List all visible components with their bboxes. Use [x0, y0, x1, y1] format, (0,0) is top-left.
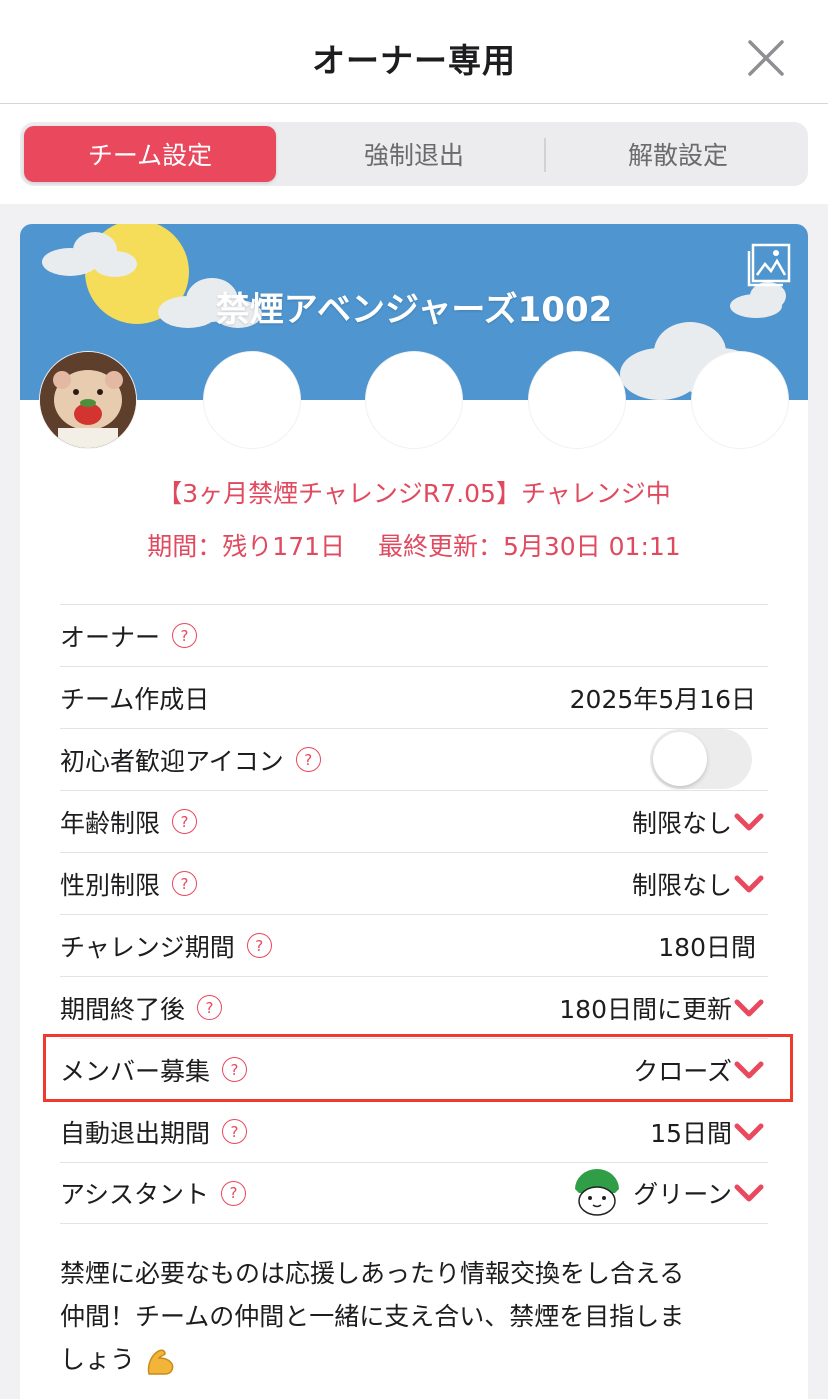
setting-age-limit[interactable]: 年齢制限 ? 制限なし [60, 790, 768, 852]
setting-label: チャレンジ期間 [60, 932, 235, 962]
hamster-image [40, 352, 136, 448]
help-icon[interactable]: ? [222, 1119, 248, 1144]
setting-label: チーム作成日 [60, 684, 210, 714]
tab-bar: チーム設定 強制退出 解散設定 [20, 122, 808, 186]
header: オーナー専用 [0, 0, 828, 104]
toggle-knob [653, 732, 707, 786]
tab-dissolve-settings[interactable]: 解散設定 [552, 126, 804, 182]
auto-exit-dropdown[interactable]: 15日間 [650, 1114, 764, 1150]
setting-label: オーナー [60, 622, 161, 652]
flexed-biceps-icon [147, 1349, 174, 1375]
setting-label: 期間終了後 [60, 994, 186, 1024]
setting-created-date: チーム作成日 2025年5月16日 [60, 666, 768, 728]
help-icon[interactable]: ? [221, 1180, 247, 1206]
setting-label: 初心者歓迎アイコン [60, 746, 284, 776]
help-icon[interactable]: ? [172, 623, 198, 648]
member-slot-empty[interactable] [366, 352, 462, 448]
tab-divider [544, 138, 546, 172]
setting-owner: オーナー ? [60, 604, 768, 666]
setting-value: 180日間 [658, 932, 756, 962]
member-slot-empty[interactable] [204, 352, 300, 448]
member-slot-empty[interactable] [692, 352, 788, 448]
setting-after-period[interactable]: 期間終了後 ? 180日間に更新 [60, 976, 768, 1038]
setting-value: 15日間 [650, 1118, 732, 1148]
setting-beginner-icon: 初心者歓迎アイコン ? [60, 728, 768, 790]
help-icon[interactable]: ? [197, 995, 223, 1020]
help-icon[interactable]: ? [246, 933, 272, 958]
beginner-welcome-toggle[interactable] [650, 729, 752, 789]
help-icon[interactable]: ? [295, 747, 321, 772]
setting-gender-limit[interactable]: 性別制限 ? 制限なし [60, 852, 768, 914]
setting-label: 自動退出期間 [60, 1118, 211, 1148]
chevron-down-icon [734, 875, 764, 892]
assistant-avatar [571, 1167, 624, 1219]
description-line: 仲間！チームの仲間と一緒に支え合い、禁煙を目指しま [60, 1302, 685, 1331]
age-limit-dropdown[interactable]: 制限なし [632, 804, 764, 840]
member-slot-empty[interactable] [529, 352, 625, 448]
setting-value: グリーン [633, 1180, 732, 1209]
setting-assistant[interactable]: アシスタント ? グリーン [60, 1162, 768, 1224]
page-title: オーナー専用 [312, 41, 516, 80]
help-icon[interactable]: ? [172, 809, 198, 834]
chevron-down-icon [734, 1123, 764, 1140]
challenge-period: 期間：残り171日 最終更新：5月30日 01:11 [147, 532, 681, 561]
description-line-last: しょう [60, 1338, 760, 1381]
chevron-down-icon [734, 813, 764, 830]
owner-avatar[interactable] [40, 352, 136, 448]
settings-list: オーナー ? チーム作成日 2025年5月16日 初心者歓迎アイコン ? 年齢制… [60, 604, 768, 1224]
tab-bar-container: チーム設定 強制退出 解散設定 [0, 104, 828, 204]
setting-auto-exit[interactable]: 自動退出期間 ? 15日間 [60, 1100, 768, 1162]
close-icon[interactable] [744, 36, 788, 80]
tab-team-settings[interactable]: チーム設定 [24, 126, 276, 182]
team-name: 禁煙アベンジャーズ1002 [215, 290, 613, 330]
chevron-down-icon [734, 1184, 764, 1202]
description-line: 禁煙に必要なものは応援しあったり情報交換をし合える [60, 1259, 685, 1288]
assistant-dropdown[interactable]: グリーン [571, 1167, 764, 1219]
setting-value: 2025年5月16日 [569, 684, 756, 714]
setting-value: 制限なし [631, 808, 732, 838]
help-icon[interactable]: ? [172, 871, 198, 896]
gender-limit-dropdown[interactable]: 制限なし [632, 866, 764, 902]
setting-value: 制限なし [631, 870, 732, 900]
tab-force-exit[interactable]: 強制退出 [288, 126, 540, 182]
team-card: 禁煙アベンジャーズ1002 【3ヶ月禁煙チャレンジR7.05】チャレンジ中 期間… [20, 224, 808, 1399]
change-image-icon[interactable] [746, 242, 792, 288]
setting-challenge-period: チャレンジ期間 ? 180日間 [60, 914, 768, 976]
setting-value: 180日間に更新 [559, 994, 732, 1024]
description-line: しょう [60, 1345, 136, 1374]
setting-label: アシスタント [60, 1180, 210, 1209]
setting-label: 年齢制限 [60, 808, 161, 838]
chevron-down-icon [734, 999, 764, 1016]
team-description: 禁煙に必要なものは応援しあったり情報交換をし合える 仲間！チームの仲間と一緒に支… [60, 1252, 760, 1381]
after-period-dropdown[interactable]: 180日間に更新 [559, 990, 764, 1026]
challenge-status: 【3ヶ月禁煙チャレンジR7.05】チャレンジ中 [157, 479, 671, 508]
highlight-box [43, 1034, 793, 1102]
setting-label: 性別制限 [60, 870, 161, 900]
